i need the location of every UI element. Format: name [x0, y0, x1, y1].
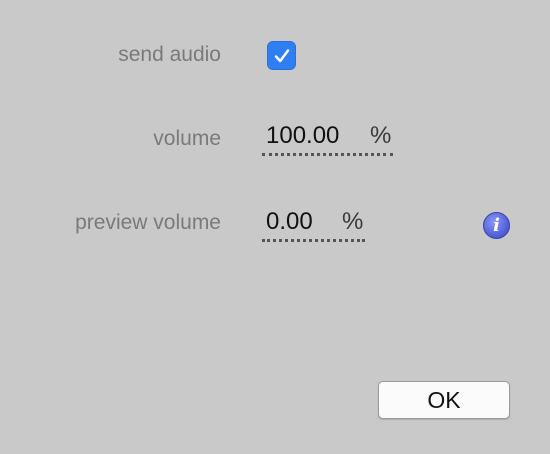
volume-unit: %: [370, 122, 392, 149]
volume-label: volume: [153, 127, 221, 150]
preview-volume-unit: %: [342, 208, 364, 235]
info-icon[interactable]: i: [483, 212, 510, 239]
send-audio-label: send audio: [118, 43, 221, 66]
preview-volume-value[interactable]: 0.00: [262, 207, 313, 237]
send-audio-checkbox[interactable]: [267, 41, 296, 70]
preview-volume-field[interactable]: 0.00 %: [262, 207, 365, 242]
volume-field[interactable]: 100.00 %: [262, 121, 393, 156]
checkmark-icon: [274, 48, 289, 62]
volume-value[interactable]: 100.00: [262, 121, 339, 151]
preview-volume-label: preview volume: [75, 211, 221, 234]
ok-button[interactable]: OK: [378, 381, 510, 419]
